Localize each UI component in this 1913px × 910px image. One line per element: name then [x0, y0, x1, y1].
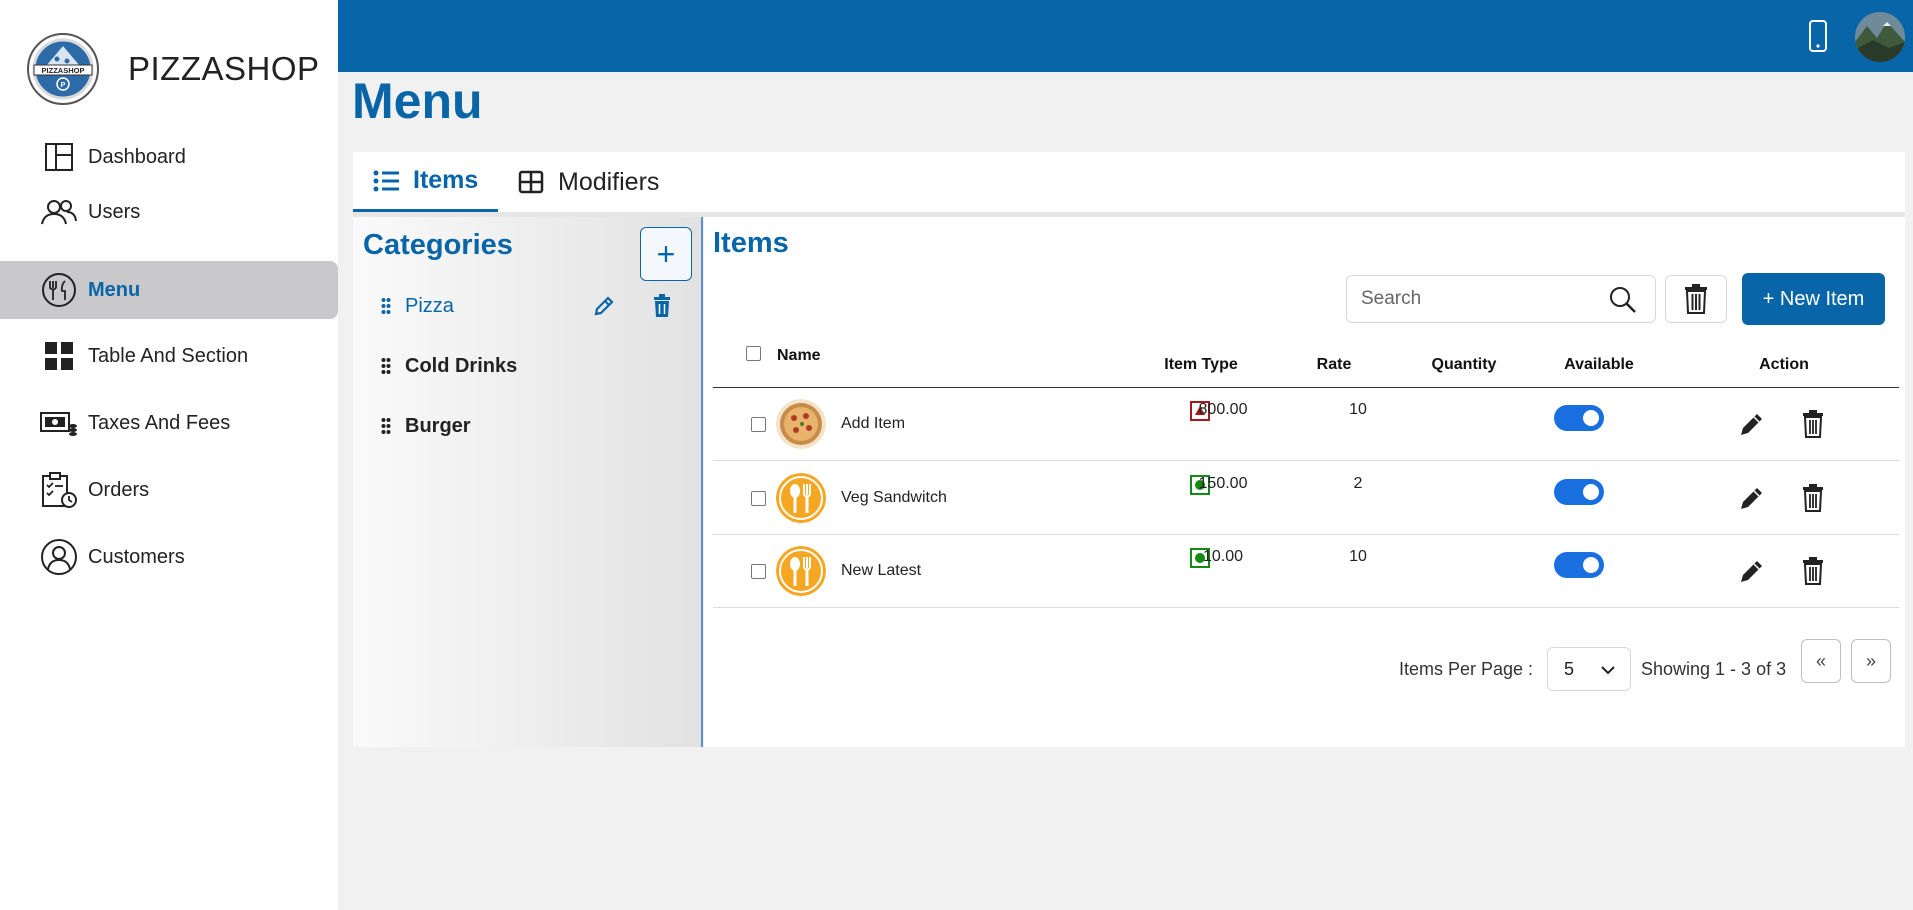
- clipboard-icon: [40, 471, 78, 509]
- column-header-name: Name: [777, 347, 821, 364]
- list-icon: [373, 170, 399, 191]
- drag-handle-icon[interactable]: [381, 417, 391, 435]
- item-quantity: 2: [1353, 475, 1363, 492]
- add-category-button[interactable]: +: [640, 227, 692, 281]
- sidebar-item-label: Table And Section: [88, 344, 249, 367]
- items-title: Items: [713, 227, 789, 259]
- svg-text:PIZZASHOP: PIZZASHOP: [42, 66, 85, 75]
- sidebar-item-menu[interactable]: Menu: [0, 261, 338, 319]
- categories-panel: Categories + Pizza Cold Drinks Burger: [353, 217, 703, 747]
- page-title: Menu: [352, 73, 483, 129]
- drag-handle-icon[interactable]: [381, 357, 391, 375]
- pagination-status: Showing 1 - 3 of 3: [1641, 659, 1787, 679]
- svg-text:P: P: [61, 82, 66, 89]
- sidebar-item-table-and-section[interactable]: Table And Section: [0, 327, 338, 385]
- sidebar-item-taxes-and-fees[interactable]: Taxes And Fees: [0, 394, 338, 452]
- category-item-cold-drinks[interactable]: Cold Drinks: [381, 351, 681, 381]
- sidebar-item-dashboard[interactable]: Dashboard: [0, 128, 338, 186]
- category-label: Pizza: [405, 294, 454, 317]
- avatar[interactable]: [1855, 12, 1905, 62]
- item-image: [776, 399, 826, 449]
- edit-icon[interactable]: [1738, 557, 1766, 585]
- edit-icon[interactable]: [1738, 410, 1766, 438]
- categories-title: Categories: [363, 229, 513, 261]
- row-checkbox[interactable]: [751, 564, 766, 579]
- search-box: [1346, 275, 1656, 323]
- table-row: Veg Sandwitch 150.00 2: [713, 462, 1899, 535]
- select-all-checkbox[interactable]: [746, 346, 761, 361]
- items-per-page-label: Items Per Page :: [1399, 659, 1534, 679]
- trash-icon[interactable]: [1802, 484, 1824, 512]
- table-row: New Latest 10.00 10: [713, 535, 1899, 608]
- sidebar-item-label: Customers: [88, 545, 185, 568]
- column-header-action: Action: [1759, 356, 1809, 373]
- item-image: [776, 546, 826, 596]
- top-bar: [338, 0, 1913, 72]
- category-item-burger[interactable]: Burger: [381, 411, 681, 441]
- available-toggle[interactable]: [1554, 552, 1604, 578]
- sidebar-item-label: Users: [88, 200, 141, 223]
- item-quantity: 10: [1349, 401, 1367, 418]
- users-icon: [40, 193, 78, 231]
- edit-icon[interactable]: [592, 294, 616, 318]
- category-label: Cold Drinks: [405, 354, 518, 377]
- tab-label: Items: [413, 166, 479, 194]
- search-input[interactable]: [1361, 276, 1601, 322]
- pizzashop-logo: PIZZASHOP P: [27, 33, 99, 105]
- column-header-available: Available: [1564, 356, 1634, 373]
- category-item-pizza[interactable]: Pizza: [381, 291, 681, 321]
- previous-page-button[interactable]: «: [1801, 639, 1841, 683]
- items-per-page-select[interactable]: 5: [1547, 647, 1631, 691]
- sidebar-item-users[interactable]: Users: [0, 183, 338, 241]
- money-icon: [40, 404, 78, 442]
- edit-icon[interactable]: [1738, 484, 1766, 512]
- menu-icon: [40, 271, 78, 309]
- row-checkbox[interactable]: [751, 491, 766, 506]
- sidebar-item-label: Menu: [88, 278, 141, 301]
- item-image: [776, 473, 826, 523]
- new-item-button[interactable]: + New Item: [1742, 273, 1885, 325]
- sidebar-item-label: Taxes And Fees: [88, 411, 231, 434]
- phone-icon[interactable]: [1808, 20, 1828, 52]
- brand-name: PIZZASHOP: [128, 50, 320, 87]
- column-header-item-type: Item Type: [1164, 356, 1238, 373]
- tab-modifiers[interactable]: Modifiers: [518, 152, 659, 212]
- tab-label: Modifiers: [558, 167, 660, 196]
- item-quantity: 10: [1349, 548, 1367, 565]
- available-toggle[interactable]: [1554, 405, 1604, 431]
- chevron-down-icon: [1601, 666, 1615, 675]
- sidebar-item-orders[interactable]: Orders: [0, 461, 338, 519]
- sidebar-item-label: Dashboard: [88, 145, 186, 168]
- trash-icon[interactable]: [652, 294, 672, 318]
- sidebar-item-label: Orders: [88, 478, 150, 501]
- tabs-bar: Items Modifiers: [353, 152, 1905, 212]
- available-toggle[interactable]: [1554, 479, 1604, 505]
- drag-handle-icon[interactable]: [381, 297, 391, 315]
- bulk-delete-button[interactable]: [1665, 275, 1727, 323]
- items-panel: Items + New Item Name Item Type Rate Qua…: [704, 217, 1905, 747]
- item-name: New Latest: [841, 562, 922, 579]
- customer-icon: [40, 538, 78, 576]
- items-per-page-value: 5: [1564, 659, 1575, 679]
- row-checkbox[interactable]: [751, 417, 766, 432]
- table-row: Add Item 800.00 10: [713, 388, 1899, 461]
- column-header-rate: Rate: [1316, 356, 1352, 373]
- sidebar-item-customers[interactable]: Customers: [0, 528, 338, 586]
- table-icon: [518, 170, 544, 194]
- trash-icon[interactable]: [1802, 557, 1824, 585]
- category-label: Burger: [405, 414, 471, 437]
- grid-icon: [40, 337, 78, 375]
- next-page-button[interactable]: »: [1851, 639, 1891, 683]
- trash-icon: [1685, 284, 1707, 314]
- tab-items[interactable]: Items: [353, 152, 498, 212]
- search-icon[interactable]: [1609, 286, 1637, 314]
- item-name: Add Item: [841, 415, 906, 432]
- column-header-quantity: Quantity: [1431, 356, 1497, 373]
- dashboard-icon: [40, 138, 78, 176]
- trash-icon[interactable]: [1802, 410, 1824, 438]
- sidebar: PIZZASHOP P PIZZASHOP Dashboard Users Me…: [0, 0, 338, 910]
- item-name: Veg Sandwitch: [841, 489, 947, 506]
- brand[interactable]: PIZZASHOP P PIZZASHOP: [20, 32, 320, 106]
